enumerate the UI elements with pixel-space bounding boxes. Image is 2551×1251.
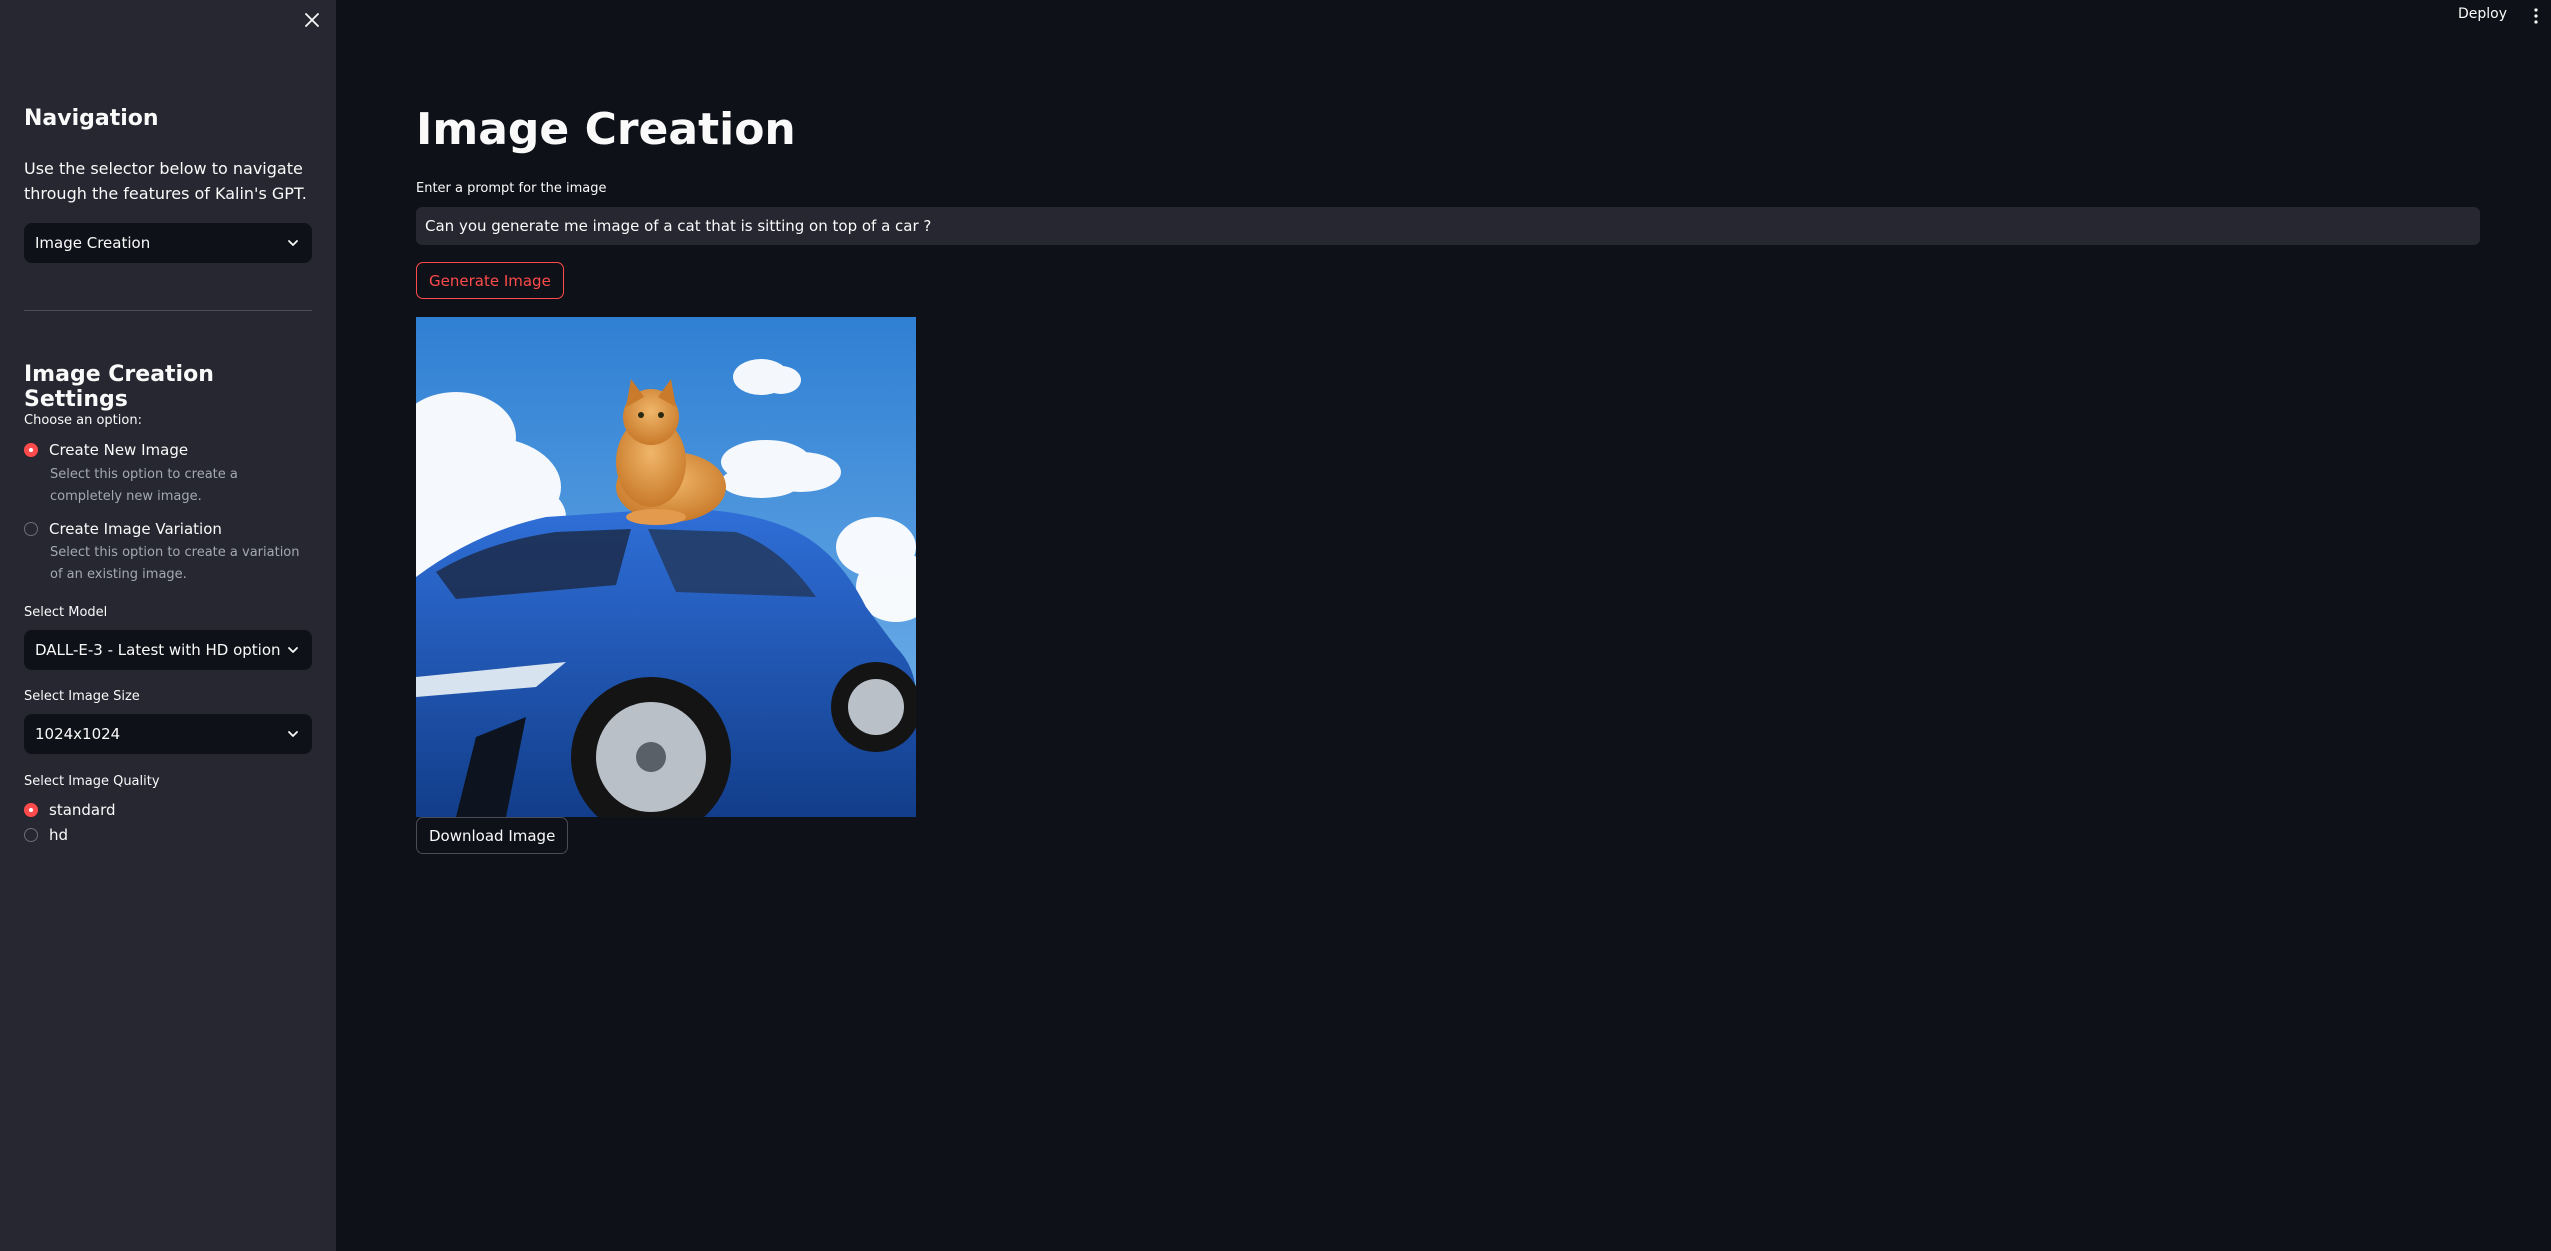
radio-selected-icon: [24, 803, 38, 817]
model-selector[interactable]: DALL-E-3 - Latest with HD option: [24, 630, 312, 670]
radio-create-new-image[interactable]: Create New Image: [24, 441, 188, 459]
deploy-button[interactable]: Deploy: [2458, 6, 2507, 22]
radio-create-image-variation-label: Create Image Variation: [49, 520, 222, 538]
close-sidebar-button[interactable]: [300, 8, 324, 32]
chevron-down-icon: [288, 240, 298, 246]
size-selector[interactable]: 1024x1024: [24, 714, 312, 754]
size-label: Select Image Size: [24, 689, 140, 704]
model-label: Select Model: [24, 605, 108, 620]
page-selector[interactable]: Image Creation: [24, 223, 312, 263]
sidebar: Navigation Use the selector below to nav…: [0, 0, 336, 1251]
prompt-input[interactable]: [416, 207, 2480, 245]
navigation-title: Navigation: [24, 106, 159, 131]
page-title: Image Creation: [416, 104, 796, 155]
radio-quality-standard[interactable]: standard: [24, 801, 116, 819]
radio-create-new-image-label: Create New Image: [49, 441, 189, 459]
settings-title: Image Creation Settings: [24, 362, 214, 412]
chevron-down-icon: [288, 647, 298, 653]
close-icon: [305, 13, 319, 27]
radio-create-image-variation-help: Select this option to create a variation…: [50, 545, 300, 582]
main-menu-button[interactable]: [2530, 6, 2542, 26]
radio-unselected-icon: [24, 828, 38, 842]
radio-selected-icon: [24, 443, 38, 457]
radio-quality-standard-label: standard: [49, 801, 116, 819]
size-selector-value: 1024x1024: [35, 725, 121, 743]
page-selector-value: Image Creation: [35, 234, 151, 252]
sidebar-divider: [24, 310, 312, 311]
vertical-dots-icon: [2534, 8, 2538, 24]
radio-unselected-icon: [24, 522, 38, 536]
generate-image-button[interactable]: Generate Image: [416, 262, 564, 299]
radio-create-new-image-help: Select this option to create a completel…: [50, 467, 238, 504]
radio-create-image-variation[interactable]: Create Image Variation: [24, 520, 222, 538]
download-image-button[interactable]: Download Image: [416, 817, 569, 854]
radio-quality-hd-label: hd: [49, 826, 69, 844]
navigation-description: Use the selector below to navigate throu…: [24, 159, 307, 203]
generated-image: [416, 317, 916, 817]
prompt-label: Enter a prompt for the image: [416, 181, 607, 196]
model-selector-value: DALL-E-3 - Latest with HD option: [35, 641, 281, 659]
radio-quality-hd[interactable]: hd: [24, 826, 68, 844]
option-label: Choose an option:: [24, 413, 142, 428]
quality-label: Select Image Quality: [24, 774, 160, 789]
chevron-down-icon: [288, 731, 298, 737]
